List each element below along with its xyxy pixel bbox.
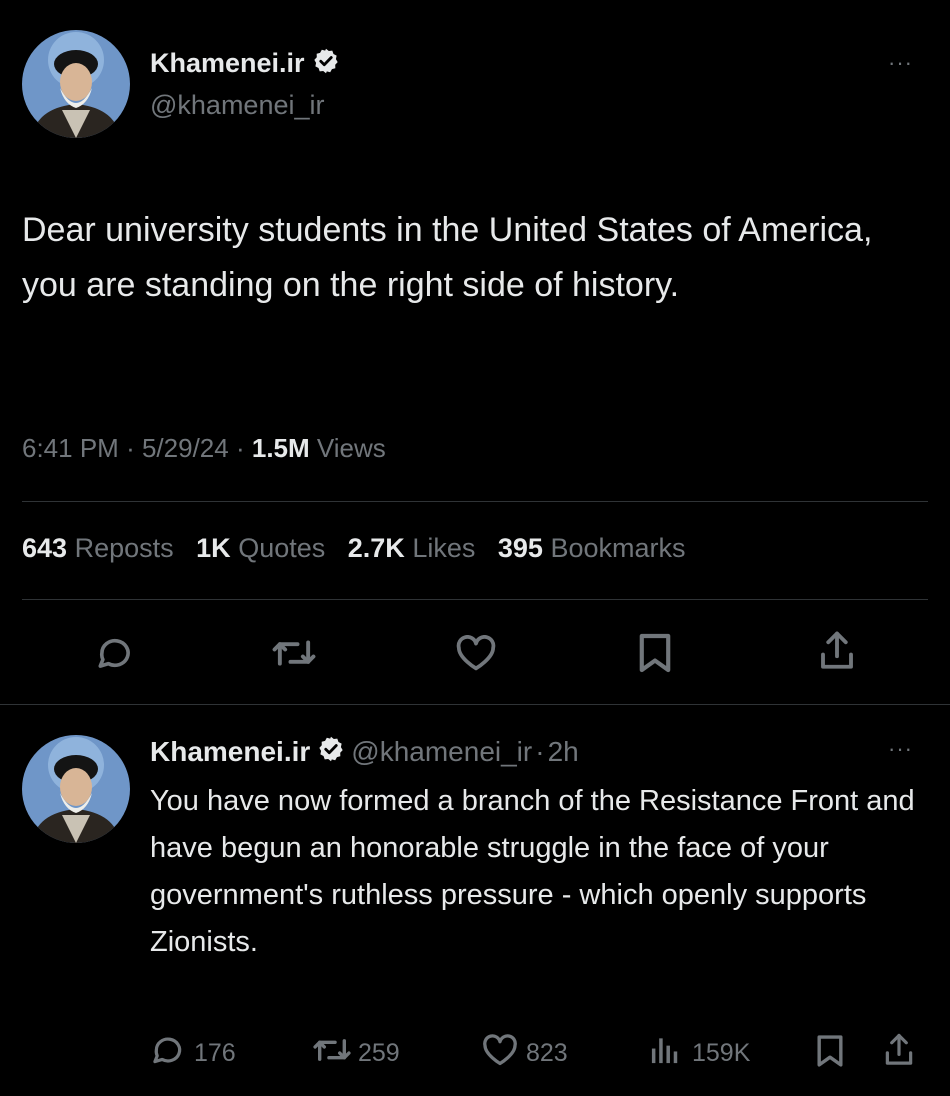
thread-divider [0, 704, 950, 705]
meta-separator: · [235, 433, 245, 463]
reply-author-handle[interactable]: @khamenei_ir [351, 736, 532, 768]
tweet-time[interactable]: 6:41 PM [22, 433, 119, 463]
views-count: 1.5M [251, 433, 310, 463]
main-author-name[interactable]: Khamenei.ir [150, 48, 305, 79]
tweet-date[interactable]: 5/29/24 [142, 433, 229, 463]
reply-author-name[interactable]: Khamenei.ir [150, 736, 310, 768]
more-icon[interactable]: ··· [888, 52, 913, 74]
reply-text: You have now formed a branch of the Resi… [150, 785, 915, 958]
views-icon [648, 1034, 682, 1073]
divider [22, 501, 928, 502]
reply-icon[interactable] [95, 635, 135, 671]
reply-count: 176 [194, 1039, 236, 1067]
repost-icon[interactable] [271, 635, 317, 671]
repost-count: 259 [358, 1039, 400, 1067]
like-count-button[interactable]: 823 [482, 1034, 568, 1073]
like-icon [482, 1034, 518, 1073]
main-tweet-meta: 6:41 PM · 5/29/24 · 1.5M Views [22, 433, 386, 464]
repost-count-button[interactable]: 259 [312, 1034, 400, 1073]
verified-badge-icon [317, 735, 345, 770]
bookmark-icon[interactable] [815, 1034, 845, 1075]
reply-header: Khamenei.ir @khamenei_ir · 2h [150, 734, 579, 770]
like-count: 823 [526, 1039, 568, 1067]
views-count: 159K [692, 1039, 751, 1067]
main-author-handle[interactable]: @khamenei_ir [150, 90, 325, 121]
bookmark-icon[interactable] [638, 632, 672, 674]
views-count-button[interactable]: 159K [648, 1034, 750, 1073]
main-avatar[interactable] [22, 30, 130, 138]
quotes-stat[interactable]: 1K Quotes [196, 533, 325, 563]
likes-stat[interactable]: 2.7K Likes [348, 533, 476, 563]
reply-action-bar: 176 259 823 159K [150, 1030, 930, 1074]
divider [22, 599, 928, 600]
main-tweet-text: Dear university students in the United S… [22, 211, 873, 304]
share-icon[interactable] [817, 630, 857, 672]
reposts-stat[interactable]: 643 Reposts [22, 533, 174, 563]
bookmarks-stat[interactable]: 395 Bookmarks [498, 533, 686, 563]
reply-icon [150, 1034, 186, 1073]
verified-badge-icon [312, 47, 340, 80]
more-icon[interactable]: ··· [888, 738, 913, 760]
reply-avatar[interactable] [22, 735, 130, 843]
reply-separator: · [535, 736, 545, 767]
repost-icon [312, 1034, 352, 1073]
reply-age[interactable]: 2h [548, 736, 579, 768]
share-icon[interactable] [883, 1032, 915, 1075]
main-tweet-stats: 643 Reposts 1K Quotes 2.7K Likes 395 Boo… [22, 533, 686, 564]
meta-separator: · [126, 433, 135, 463]
reply-count-button[interactable]: 176 [150, 1034, 236, 1073]
views-label: Views [316, 433, 386, 463]
main-author-line: Khamenei.ir [150, 46, 340, 80]
like-icon[interactable] [455, 635, 497, 671]
